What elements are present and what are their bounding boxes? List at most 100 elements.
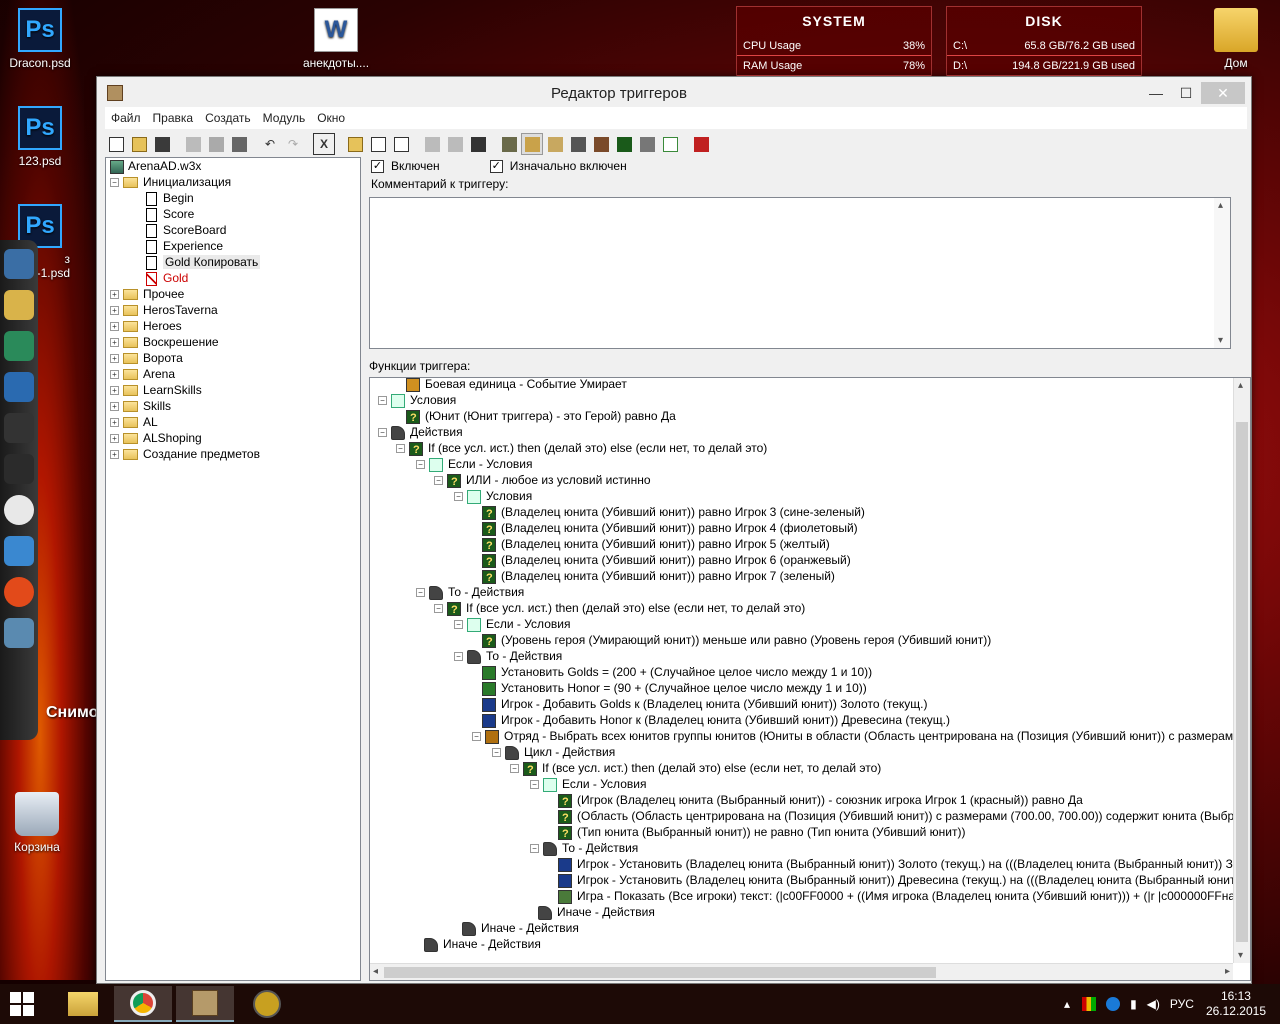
expand-icon[interactable]: + xyxy=(110,450,119,460)
trigger-editor-tool-icon[interactable] xyxy=(521,133,543,155)
tray-chevron-icon[interactable]: ▴ xyxy=(1064,997,1070,1011)
dock-vegas-icon[interactable] xyxy=(4,454,34,484)
scroll-up-icon[interactable]: ▴ xyxy=(1238,380,1243,391)
title-bar[interactable]: Редактор триггеров — ☐ ✕ xyxy=(97,77,1251,109)
minimize-button[interactable]: — xyxy=(1141,82,1171,104)
functions-vscrollbar[interactable]: ▴ ▾ xyxy=(1233,378,1250,963)
collapse-icon[interactable]: − xyxy=(492,748,501,758)
collapse-icon[interactable]: − xyxy=(530,844,539,854)
desktop-icon-recycle-bin[interactable]: Корзина xyxy=(0,792,77,854)
close-button[interactable]: ✕ xyxy=(1201,82,1245,104)
function-tree-row[interactable]: − Если - Условия xyxy=(416,456,532,472)
collapse-icon[interactable]: − xyxy=(110,178,119,188)
scroll-left-icon[interactable]: ◂ xyxy=(373,966,378,977)
collapse-icon[interactable]: − xyxy=(454,652,463,662)
collapse-icon[interactable]: − xyxy=(416,460,425,470)
tree-folder[interactable]: + AL xyxy=(106,414,360,430)
functions-hscrollbar[interactable]: ◂ ▸ xyxy=(370,963,1233,980)
scroll-up-icon[interactable]: ▴ xyxy=(1218,200,1223,211)
function-tree-row[interactable]: (Владелец юнита (Убивший юнит)) равно Иг… xyxy=(482,552,851,570)
tree-trigger-begin[interactable]: Begin xyxy=(106,190,360,206)
tree-trigger-gold-copy[interactable]: Gold Копировать xyxy=(106,254,360,270)
dock-computer-icon[interactable] xyxy=(4,249,34,279)
dock-screenshot-icon[interactable] xyxy=(4,618,34,648)
collapse-icon[interactable]: − xyxy=(378,428,387,438)
function-tree-row[interactable]: (Владелец юнита (Убивший юнит)) равно Иг… xyxy=(482,520,858,538)
redo-icon[interactable]: ↷ xyxy=(282,133,304,155)
expand-icon[interactable]: + xyxy=(110,322,119,332)
desktop-icon-anekdoty[interactable]: W анекдоты.... xyxy=(296,8,376,70)
dock-flash-icon[interactable] xyxy=(4,577,34,607)
tree-folder[interactable]: + Arena xyxy=(106,366,360,382)
taskbar-worldedit-icon[interactable] xyxy=(176,986,234,1022)
function-tree-row[interactable]: (Владелец юнита (Убивший юнит)) равно Иг… xyxy=(482,568,835,586)
function-tree-row[interactable]: (Область (Область центрирована на (Позиц… xyxy=(558,808,1233,826)
function-tree-row[interactable]: − Отряд - Выбрать всех юнитов группы юнит… xyxy=(472,728,1233,744)
function-tree-row[interactable]: (Юнит (Юнит триггера) - это Герой) равно… xyxy=(406,408,676,426)
expand-icon[interactable]: + xyxy=(110,338,119,348)
collapse-icon[interactable]: − xyxy=(530,780,539,790)
paste-icon[interactable] xyxy=(228,133,250,155)
function-tree-row[interactable]: − То - Действия xyxy=(530,840,638,856)
scroll-down-icon[interactable]: ▾ xyxy=(1238,950,1243,961)
undo-icon[interactable]: ↶ xyxy=(259,133,281,155)
collapse-icon[interactable]: − xyxy=(454,620,463,630)
collapse-icon[interactable]: − xyxy=(434,604,443,614)
start-button[interactable] xyxy=(10,992,36,1016)
menu-file[interactable]: Файл xyxy=(105,111,147,125)
test-map-icon[interactable] xyxy=(690,133,712,155)
menu-edit[interactable]: Правка xyxy=(147,111,200,125)
function-tree-row[interactable]: (Владелец юнита (Убивший юнит)) равно Иг… xyxy=(482,504,865,522)
function-tree-row[interactable]: Игрок - Добавить Golds к (Владелец юнита… xyxy=(482,696,927,712)
function-tree-row[interactable]: − ИЛИ - любое из условий истинно xyxy=(434,472,651,490)
expand-icon[interactable]: + xyxy=(110,354,119,364)
collapse-icon[interactable]: − xyxy=(396,444,405,454)
expand-icon[interactable]: + xyxy=(110,434,119,444)
tree-folder[interactable]: + ALShoping xyxy=(106,430,360,446)
maximize-button[interactable]: ☐ xyxy=(1171,82,1201,104)
open-file-icon[interactable] xyxy=(128,133,150,155)
function-tree-row[interactable]: (Уровень героя (Умирающий юнит)) меньше … xyxy=(482,632,991,650)
object-manager-icon[interactable] xyxy=(636,133,658,155)
taskbar-warcraft-icon[interactable] xyxy=(238,986,296,1022)
function-tree-row[interactable]: Игрок - Установить (Владелец юнита (Выбр… xyxy=(558,856,1233,872)
tree-folder[interactable]: + HerosTaverna xyxy=(106,302,360,318)
vscroll-thumb[interactable] xyxy=(1236,422,1248,942)
tree-trigger-experience[interactable]: Experience xyxy=(106,238,360,254)
taskbar-explorer-icon[interactable] xyxy=(54,986,112,1022)
function-tree-row[interactable]: − If (все усл. ист.) then (делай это) els… xyxy=(510,760,881,778)
function-tree-row[interactable]: − Условия xyxy=(378,392,456,408)
tree-folder[interactable]: + Воскрешение xyxy=(106,334,360,350)
desktop-icon-123-psd[interactable]: Ps 123.psd xyxy=(0,106,80,168)
comment-scrollbar[interactable]: ▴ ▾ xyxy=(1214,198,1230,348)
function-tree-row[interactable]: (Тип юнита (Выбранный юнит)) не равно (Т… xyxy=(558,824,965,842)
volume-icon[interactable]: ◀) xyxy=(1147,997,1160,1011)
expand-icon[interactable]: + xyxy=(110,306,119,316)
tree-folder[interactable]: + LearnSkills xyxy=(106,382,360,398)
cut-icon[interactable] xyxy=(182,133,204,155)
function-tree-row[interactable]: − То - Действия xyxy=(454,648,562,664)
tree-trigger-gold[interactable]: Gold xyxy=(106,270,360,286)
menu-module[interactable]: Модуль xyxy=(257,111,312,125)
taskbar-chrome-icon[interactable] xyxy=(114,986,172,1022)
function-tree-row[interactable]: Иначе - Действия xyxy=(462,920,579,936)
tree-folder-init[interactable]: − Инициализация xyxy=(106,174,360,190)
initially-enabled-checkbox[interactable]: ✓ xyxy=(489,159,503,173)
collapse-icon[interactable]: − xyxy=(472,732,481,742)
function-tree-row[interactable]: − If (все усл. ист.) then (делай это) els… xyxy=(396,440,767,458)
tree-folder[interactable]: + Heroes xyxy=(106,318,360,334)
function-tree-row[interactable]: Игрок - Добавить Honor к (Владелец юнита… xyxy=(482,712,950,728)
tree-folder[interactable]: + Skills xyxy=(106,398,360,414)
tree-trigger-score[interactable]: Score xyxy=(106,206,360,222)
collapse-icon[interactable]: − xyxy=(510,764,519,774)
tray-app-icon[interactable] xyxy=(1082,997,1097,1011)
expand-icon[interactable]: + xyxy=(110,386,119,396)
collapse-icon[interactable]: − xyxy=(434,476,443,486)
language-indicator[interactable]: РУС xyxy=(1170,997,1194,1011)
sound-editor-icon[interactable] xyxy=(544,133,566,155)
scroll-right-icon[interactable]: ▸ xyxy=(1225,966,1230,977)
dock-chrome-icon[interactable] xyxy=(4,495,34,525)
import-manager-icon[interactable] xyxy=(659,133,681,155)
enabled-checkbox[interactable]: ✓ xyxy=(371,159,384,173)
tree-folder[interactable]: + Ворота xyxy=(106,350,360,366)
